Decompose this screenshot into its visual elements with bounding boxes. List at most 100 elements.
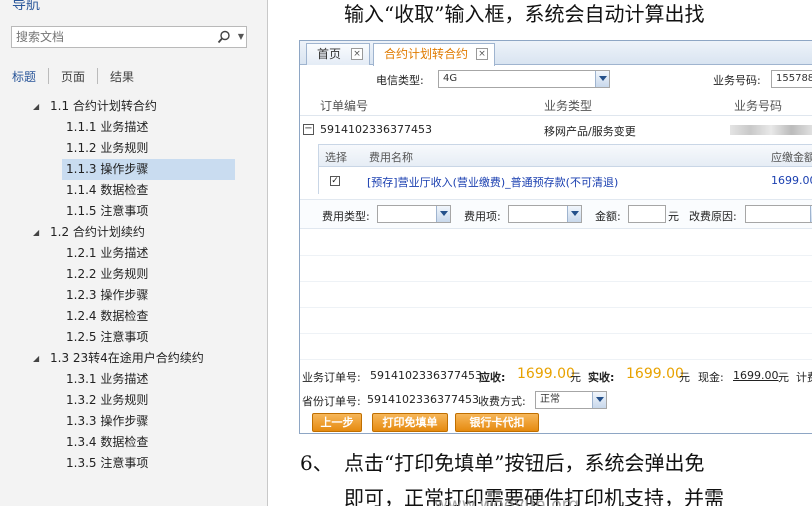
order-number: 5914102336377453 (320, 123, 432, 136)
unit-yuan: 元 (778, 371, 789, 384)
outline-subheading[interactable]: 1.3.5 注意事项 (0, 453, 267, 474)
collapse-icon[interactable]: − (303, 124, 314, 135)
collapse-arrow-icon[interactable]: ◢ (33, 96, 39, 117)
outline-subheading[interactable]: 1.3.1 业务描述 (0, 369, 267, 390)
charge-mode-select[interactable]: 正常 (535, 391, 607, 409)
chevron-down-icon (436, 206, 450, 222)
outline-subheading[interactable]: 1.1.2 业务规则 (0, 138, 267, 159)
biz-number-input[interactable]: 155788 (771, 70, 812, 88)
search-icon[interactable] (217, 30, 231, 44)
outline-item-label: 1.2.4 数据检查 (66, 309, 149, 323)
amount-input[interactable] (628, 205, 666, 223)
app-tab-strip: 首页 × 合约计划转合约 × (300, 41, 812, 66)
doc-paragraph: 点击“打印免填单”按钮后，系统会弹出免 (344, 451, 705, 475)
outline-subheading[interactable]: 1.1.4 数据检查 (0, 180, 267, 201)
row-checkbox[interactable]: ✓ (330, 176, 340, 186)
column-header: 选择 (325, 151, 347, 164)
outline-subheading[interactable]: 1.2.5 注意事项 (0, 327, 267, 348)
province-order-number: 5914102336377453 (367, 393, 479, 406)
outline-heading[interactable]: ◢ 1.2 合约计划续约 (0, 222, 267, 243)
outline-tree: ◢ 1.1 合约计划转合约 1.1.1 业务描述 1.1.2 业务规则 1.1.3 操作… (0, 96, 267, 474)
outline-subheading[interactable]: 1.1.5 注意事项 (0, 201, 267, 222)
outline-subheading[interactable]: 1.2.2 业务规则 (0, 264, 267, 285)
app-tab-contract[interactable]: 合约计划转合约 × (373, 43, 495, 66)
outline-subheading[interactable]: 1.2.1 业务描述 (0, 243, 267, 264)
select-value: 正常 (540, 394, 560, 405)
close-icon[interactable]: × (351, 48, 363, 60)
watermark: www.wooyun.org (434, 495, 580, 506)
received-label: 实收: (588, 371, 615, 384)
grid-line (300, 333, 812, 334)
bank-card-debit-button[interactable]: 银行卡代扣 (455, 413, 539, 432)
outline-item-label: 1.1.2 业务规则 (66, 141, 149, 155)
outline-subheading[interactable]: 1.2.3 操作步骤 (0, 285, 267, 306)
billing-label: 计费 (796, 371, 812, 384)
cash-amount: 1699.00 (733, 369, 779, 382)
amount-label: 金额: (595, 210, 621, 223)
order-summary: 省份订单号: 5914102336377453 收费方式: 正常 (302, 389, 812, 411)
chevron-down-icon (567, 206, 581, 222)
app-tab-home[interactable]: 首页 × (306, 43, 370, 65)
divider (300, 115, 812, 116)
biz-order-label: 业务订单号: (302, 371, 361, 384)
received-amount: 1699.00 (626, 366, 684, 382)
close-icon[interactable]: × (476, 48, 488, 60)
outline-subheading[interactable]: 1.1.1 业务描述 (0, 117, 267, 138)
outline-item-label: 1.3 23转4在途用户合约续约 (50, 351, 204, 365)
fee-grid: 选择 费用名称 应缴金额 ✓ [预存]营业厅收入(营业缴费)_普通预存款(不可清… (318, 144, 812, 194)
collapse-arrow-icon[interactable]: ◢ (33, 348, 39, 369)
grid-line (300, 255, 812, 256)
outline-subheading[interactable]: 1.3.3 操作步骤 (0, 411, 267, 432)
change-reason-select[interactable] (745, 205, 812, 223)
payment-summary: 业务订单号: 5914102336377453 应收: 1699.00 元 实收… (302, 365, 812, 387)
outline-item-label: 1.2 合约计划续约 (50, 225, 145, 239)
outline-subheading[interactable]: 1.1.3 操作步骤 (0, 159, 267, 180)
outline-item-label: 1.2.5 注意事项 (66, 330, 149, 344)
telecom-type-select[interactable]: 4G (438, 70, 610, 88)
grid-line (300, 281, 812, 282)
tab-results[interactable]: 结果 (110, 68, 146, 85)
app-tab-label: 合约计划转合约 (384, 47, 469, 61)
column-header: 费用名称 (369, 151, 413, 164)
grid-line (300, 359, 812, 360)
unit-yuan: 元 (668, 210, 679, 223)
nav-pane-title: 导航 (12, 0, 40, 13)
chevron-down-icon[interactable]: ▼ (236, 29, 246, 45)
chevron-down-icon (592, 392, 606, 408)
outline-heading[interactable]: ◢ 1.3 23转4在途用户合约续约 (0, 348, 267, 369)
collapse-arrow-icon[interactable]: ◢ (33, 222, 39, 243)
doc-paragraph: 输入“收取”输入框，系统会自动计算出找 (344, 2, 705, 26)
biz-type: 移网产品/服务变更 (544, 125, 636, 138)
table-row[interactable]: ✓ [预存]营业厅收入(营业缴费)_普通预存款(不可清退) 1699.00 (319, 168, 812, 194)
fee-name: [预存]营业厅收入(营业缴费)_普通预存款(不可清退) (367, 176, 619, 189)
outline-item-label: 1.1.5 注意事项 (66, 204, 149, 218)
outline-subheading[interactable]: 1.3.4 数据检查 (0, 432, 267, 453)
outline-item-label: 1.1 合约计划转合约 (50, 99, 157, 113)
search-input[interactable] (12, 27, 208, 47)
outline-heading[interactable]: ◢ 1.1 合约计划转合约 (0, 96, 267, 117)
charge-mode-label: 收费方式: (478, 395, 526, 408)
outline-item-label: 1.3.2 业务规则 (66, 393, 149, 407)
tab-pages[interactable]: 页面 (61, 68, 97, 85)
fee-type-select[interactable] (377, 205, 451, 223)
tab-divider (48, 68, 50, 84)
print-form-button[interactable]: 打印免填单 (372, 413, 448, 432)
outline-item-label: 1.3.3 操作步骤 (66, 414, 149, 428)
column-header: 业务类型 (544, 99, 593, 113)
outline-subheading[interactable]: 1.2.4 数据检查 (0, 306, 267, 327)
outline-item-label: 1.3.5 注意事项 (66, 456, 149, 470)
fee-amount: 1699.00 (771, 174, 812, 187)
fee-item-select[interactable] (508, 205, 582, 223)
prev-step-button[interactable]: 上一步 (312, 413, 362, 432)
receivable-label: 应收: (479, 371, 506, 384)
cash-label: 现金: (698, 371, 724, 384)
column-header: 应缴金额 (771, 151, 812, 164)
grid-line (300, 307, 812, 308)
outline-subheading[interactable]: 1.3.2 业务规则 (0, 390, 267, 411)
tab-headings[interactable]: 标题 (12, 68, 48, 85)
tab-divider (97, 68, 99, 84)
search-box[interactable]: ▼ (11, 26, 247, 48)
outline-item-label: 1.1.1 业务描述 (66, 120, 149, 134)
outline-item-label: 1.2.2 业务规则 (66, 267, 149, 281)
nav-tabs: 标题 页面 结果 (12, 67, 146, 85)
